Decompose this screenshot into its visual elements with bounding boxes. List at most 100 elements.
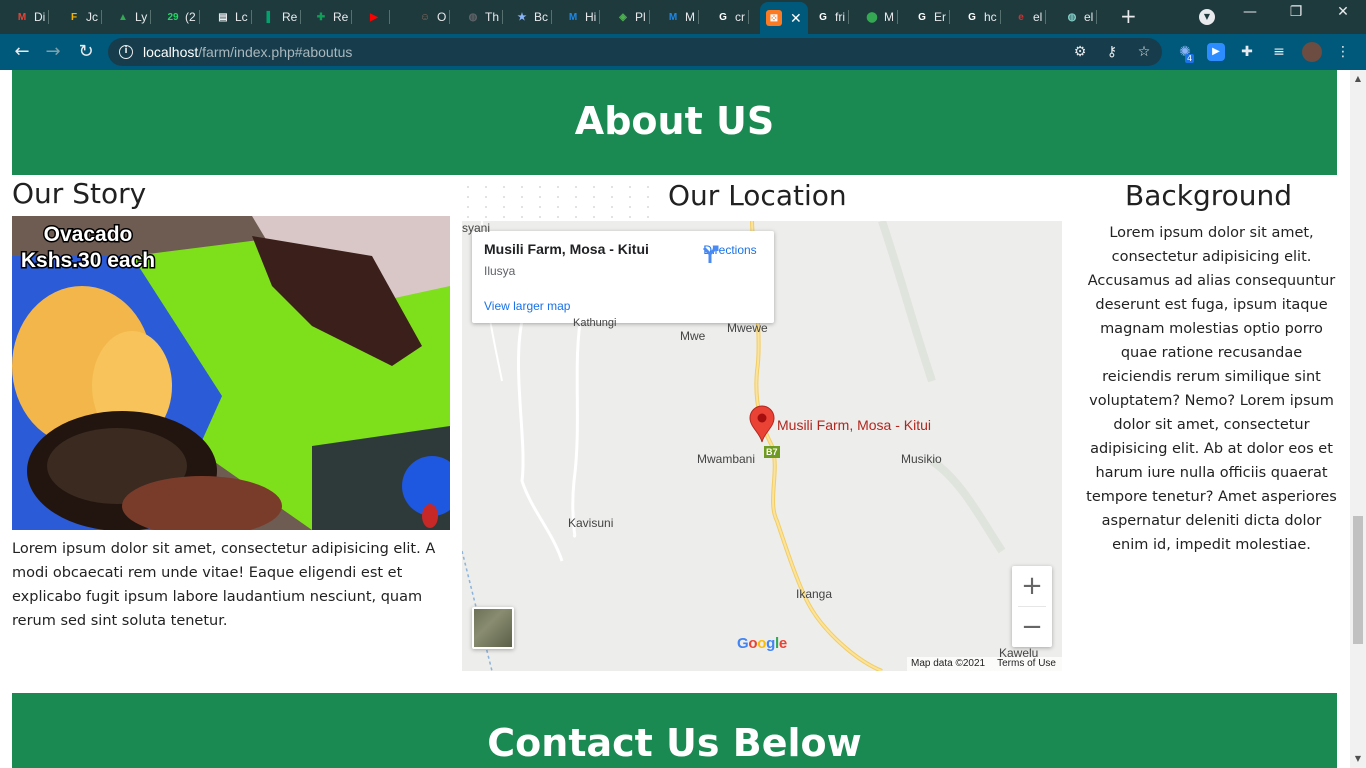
browser-tab[interactable]: Ghc: [964, 4, 1001, 30]
satellite-toggle[interactable]: [472, 607, 514, 649]
browser-tab[interactable]: ◍ Th: [465, 4, 504, 30]
url-path: /farm/index.php#aboutus: [198, 44, 353, 60]
minimize-icon[interactable]: —: [1240, 4, 1260, 20]
browser-tab[interactable]: M Hi: [565, 4, 601, 30]
person-icon: ☺: [419, 11, 431, 23]
terms-link[interactable]: Terms of Use: [997, 658, 1056, 671]
address-bar[interactable]: i localhost/farm/index.php#aboutus: [108, 38, 1162, 66]
page-scrollbar[interactable]: ▲ ▼: [1350, 70, 1366, 768]
browser-toolbar: ← → ↻ i localhost/farm/index.php#aboutus…: [0, 34, 1366, 70]
map-label-ikanga: Ikanga: [796, 587, 833, 601]
jobs-icon: F: [70, 11, 78, 23]
about-heading: About US: [12, 70, 1337, 175]
browser-tab[interactable]: ◈ Pl: [615, 4, 650, 30]
browser-tab[interactable]: Gfri: [815, 4, 849, 30]
tab-separator: [502, 10, 504, 24]
photo-caption-line1: Ovacado: [44, 223, 133, 246]
tab-separator: [250, 10, 252, 24]
zoom-in-button[interactable]: +: [1012, 566, 1052, 606]
menu-kebab-icon[interactable]: ⋮: [1334, 43, 1352, 61]
tab-search-icon[interactable]: ▼: [1199, 9, 1215, 25]
browser-tab[interactable]: ⬤ M: [864, 4, 898, 30]
browser-tab[interactable]: G Er: [914, 4, 950, 30]
browser-tab[interactable]: F Jc: [66, 4, 102, 30]
scroll-down-arrow-icon[interactable]: ▼: [1354, 754, 1362, 763]
tab-separator: [198, 10, 200, 24]
browser-tab[interactable]: Gcr: [715, 4, 749, 30]
globe-icon: ◍: [1067, 11, 1077, 23]
browser-tab[interactable]: ▤ Lc: [215, 4, 252, 30]
tab-separator: [389, 10, 390, 24]
map-label-mwe: Mwe: [680, 329, 706, 343]
tab-separator: [351, 10, 353, 24]
forward-arrow-icon[interactable]: →: [41, 41, 65, 63]
blocked-content-icon[interactable]: ⚙: [1071, 43, 1089, 61]
browser-tab-active[interactable]: ⊠ ✕: [760, 2, 808, 34]
tab-title: Er: [934, 10, 946, 24]
google-logo-letter: g: [766, 635, 775, 652]
m-icon: M: [568, 11, 578, 23]
url-text[interactable]: localhost/farm/index.php#aboutus: [143, 44, 352, 60]
back-arrow-icon[interactable]: ←: [10, 41, 34, 63]
zoom-out-button[interactable]: −: [1012, 607, 1052, 647]
browser-tab[interactable]: e el: [1013, 4, 1047, 30]
extension-badge: 4: [1185, 54, 1195, 63]
puzzle-icon[interactable]: ✚: [1238, 43, 1256, 61]
bookmark-star-icon[interactable]: ☆: [1135, 43, 1153, 61]
map-pin-icon[interactable]: [749, 405, 775, 443]
place-subtitle: Ilusya: [484, 264, 516, 278]
close-tab-icon[interactable]: ✕: [790, 10, 802, 27]
map-label-syani: syani: [462, 221, 491, 235]
directions-button[interactable]: Directions: [700, 243, 760, 263]
browser-tab[interactable]: ★ Bc: [514, 4, 553, 30]
tab-title: Bc: [534, 10, 549, 24]
background-title: Background: [1125, 179, 1293, 212]
zoom-extension-icon[interactable]: ▶: [1207, 43, 1225, 61]
browser-tab[interactable]: ▌ Re: [262, 4, 302, 30]
star-icon: ★: [517, 11, 527, 23]
pin-label[interactable]: Musili Farm, Mosa - Kitui: [777, 417, 931, 433]
site-info-icon[interactable]: i: [119, 45, 133, 59]
browser-tab[interactable]: ☺ O: [417, 4, 451, 30]
location-title: Our Location: [668, 179, 847, 212]
tab-title: hc: [984, 10, 997, 24]
map-place-card: Musili Farm, Mosa - Kitui Ilusya View la…: [472, 231, 774, 323]
google-logo-letter: o: [757, 635, 767, 652]
google-icon: G: [968, 11, 976, 23]
scrollbar-thumb[interactable]: [1353, 516, 1363, 644]
tab-separator: [648, 10, 650, 24]
reload-icon[interactable]: ↻: [74, 41, 98, 63]
browser-tab[interactable]: MM: [665, 4, 699, 30]
globe-icon: ◍: [468, 11, 478, 23]
tab-title: (2: [185, 10, 196, 24]
tab-title: Lc: [235, 10, 248, 24]
tab-title: Re: [333, 10, 349, 24]
view-larger-map-link[interactable]: View larger map: [484, 299, 570, 313]
media-queue-icon[interactable]: ≡: [1270, 43, 1288, 61]
key-icon[interactable]: ⚷: [1103, 43, 1121, 61]
browser-tab[interactable]: ▲ Ly: [115, 4, 152, 30]
tab-title: Ly: [135, 10, 148, 24]
google-logo-letter: o: [748, 635, 758, 652]
avocado-photo-art: Ovacado Kshs.30 each: [12, 216, 450, 530]
tab-title: O: [437, 10, 447, 24]
new-tab-icon[interactable]: +: [1120, 6, 1137, 26]
sheets-icon: ✚: [316, 11, 326, 23]
browser-tab[interactable]: M Di: [14, 4, 50, 30]
youtube-icon: ▶: [370, 11, 378, 23]
map-data-text: Map data ©2021: [911, 658, 986, 669]
google-icon: G: [918, 11, 926, 23]
tab-separator: [101, 10, 102, 24]
restore-icon[interactable]: ❐: [1286, 4, 1306, 20]
tab-separator: [848, 10, 849, 24]
tab-title: M: [685, 10, 695, 24]
browser-tab[interactable]: ◍ el: [1064, 4, 1098, 30]
embedded-map[interactable]: Musili Farm, Mosa - Kitui Ilusya View la…: [462, 221, 1062, 671]
place-name: Musili Farm, Mosa - Kitui: [484, 241, 649, 257]
browser-tab[interactable]: ▶: [366, 4, 390, 30]
scroll-up-arrow-icon[interactable]: ▲: [1354, 74, 1362, 83]
window-close-icon[interactable]: ✕: [1333, 4, 1353, 20]
browser-tab[interactable]: ✚ Re: [313, 4, 353, 30]
browser-tab[interactable]: 29 (2: [165, 4, 200, 30]
profile-avatar[interactable]: [1302, 42, 1322, 62]
